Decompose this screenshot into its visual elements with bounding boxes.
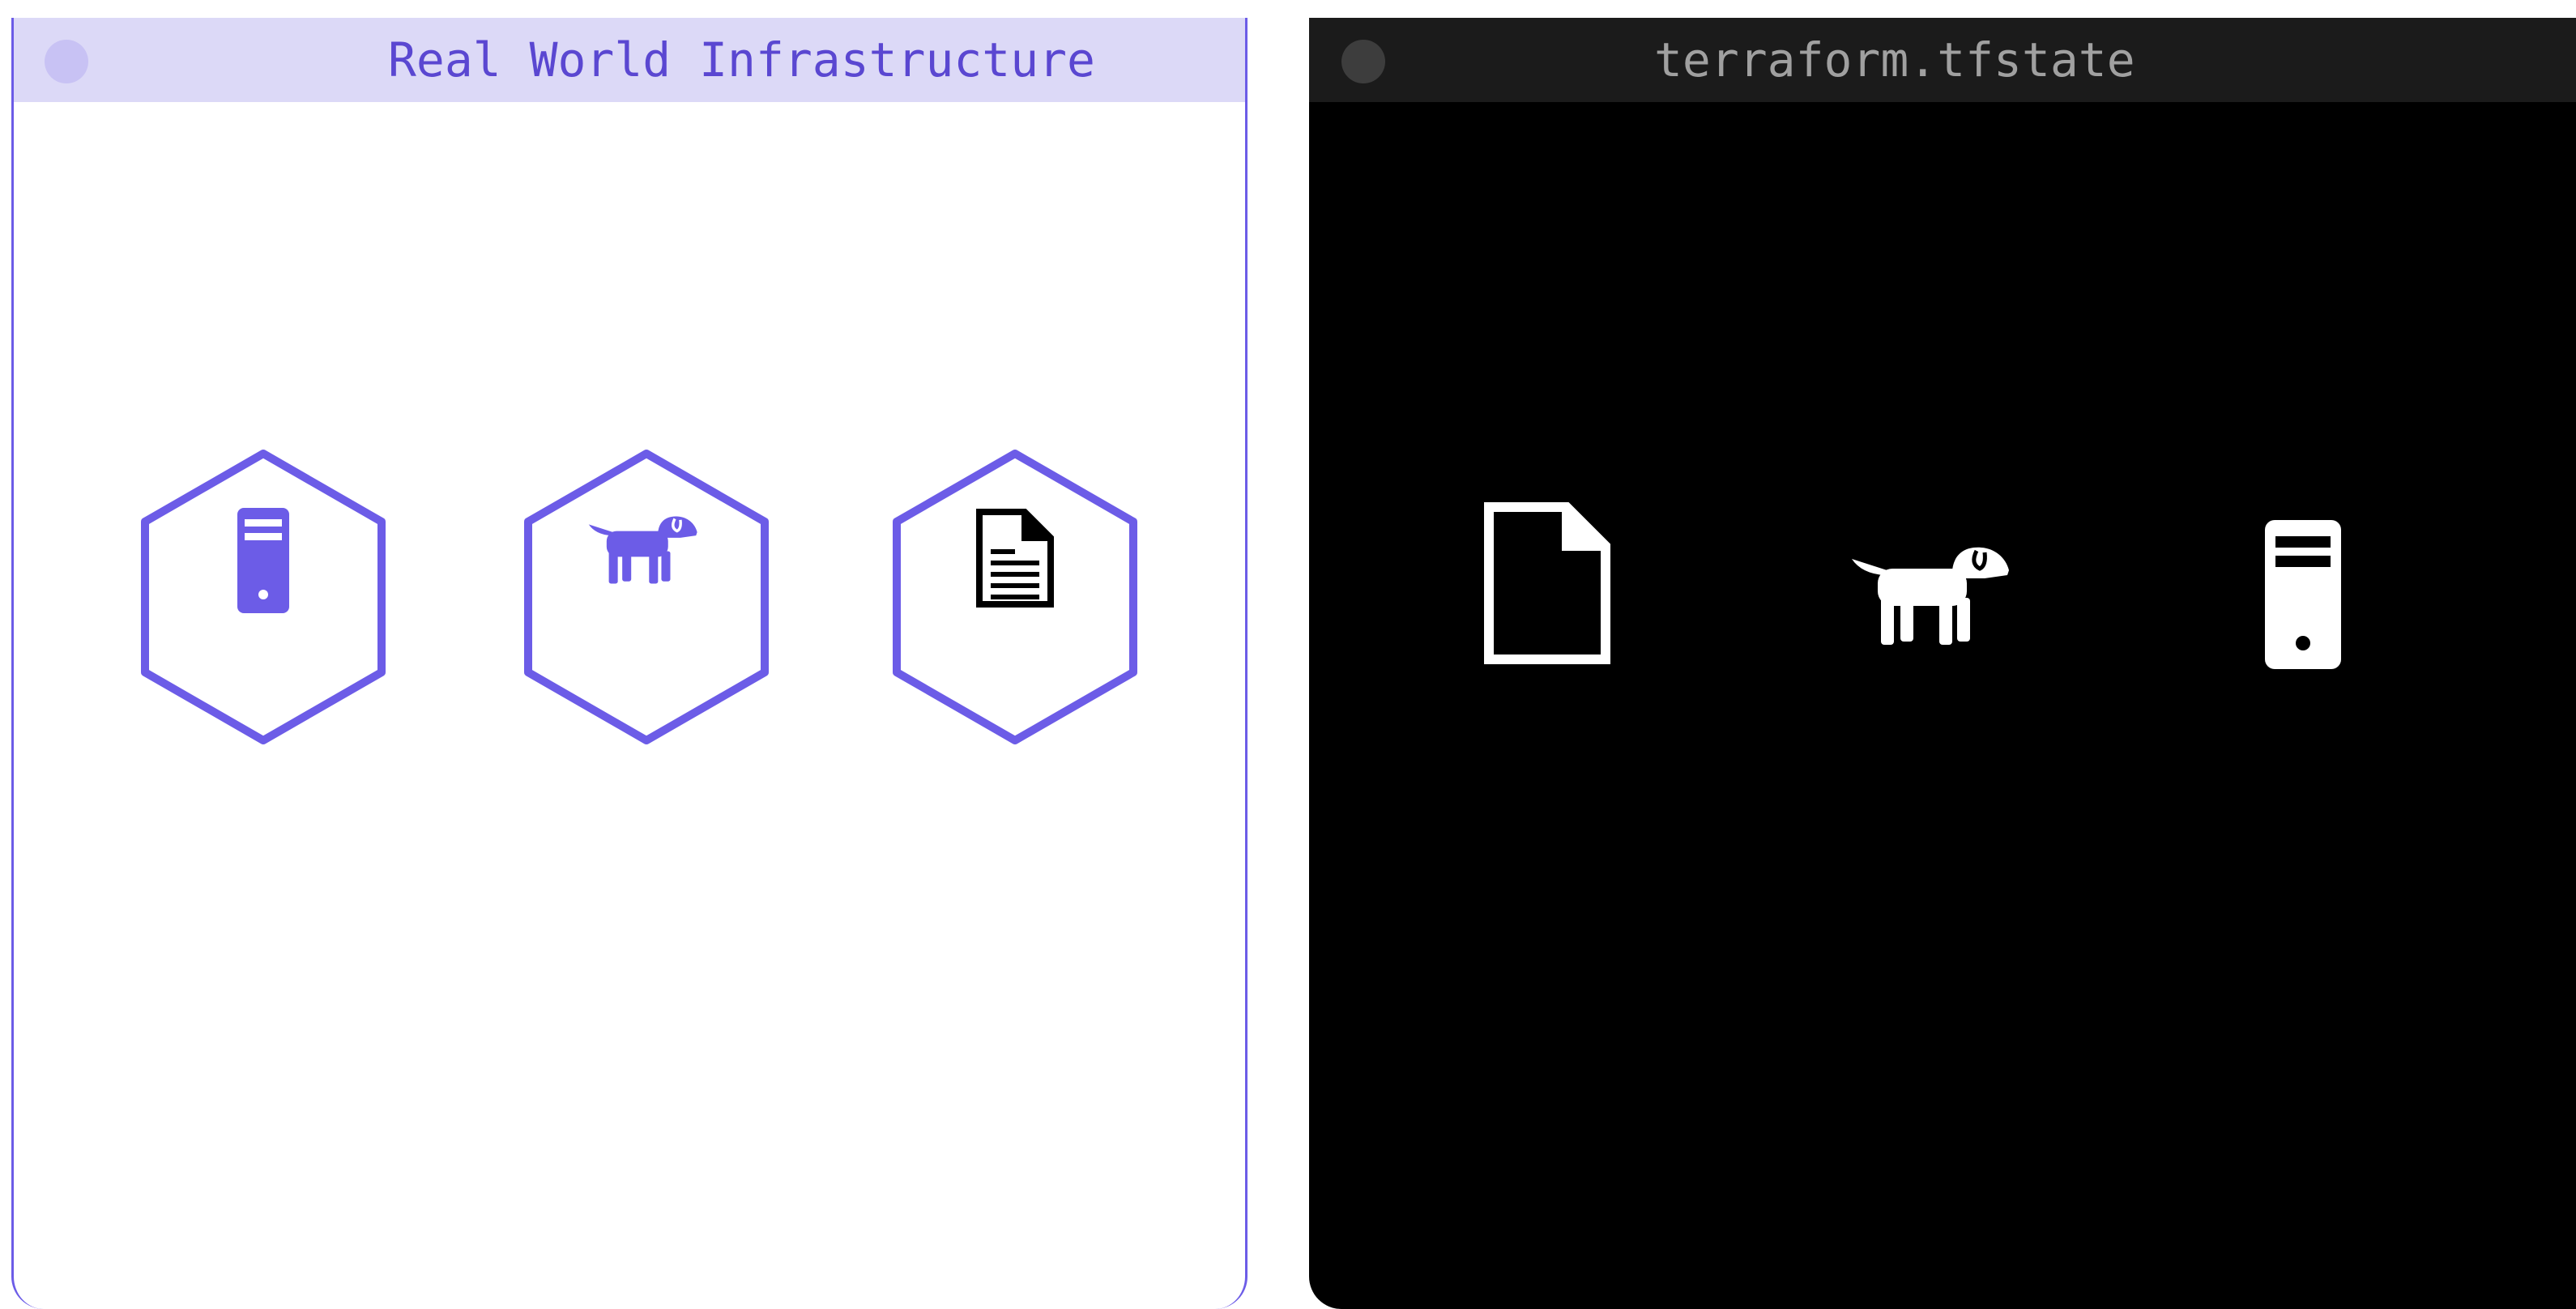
- terraform-state-window: terraform.tfstate: [1309, 18, 2576, 1309]
- window-title: terraform.tfstate: [1654, 32, 2135, 87]
- window-close-button[interactable]: [1341, 40, 1385, 83]
- dog-icon: [588, 516, 697, 584]
- server-icon: [2265, 520, 2341, 669]
- real-world-window: Real World Infrastructure: [11, 18, 1247, 1309]
- window-close-button[interactable]: [45, 40, 88, 83]
- hexagon-frame: [524, 450, 769, 744]
- terraform-state-titlebar: terraform.tfstate: [1309, 18, 2576, 102]
- window-title: Real World Infrastructure: [388, 32, 1095, 87]
- resource-hexagon-dog: [517, 447, 776, 747]
- resource-hexagon-document: [885, 447, 1145, 747]
- real-world-titlebar: Real World Infrastructure: [14, 18, 1245, 102]
- document-icon: [976, 509, 1054, 608]
- resource-hexagon-server: [134, 447, 393, 747]
- server-icon: [237, 508, 289, 613]
- dog-icon: [1852, 547, 2009, 645]
- file-icon: [1484, 502, 1610, 664]
